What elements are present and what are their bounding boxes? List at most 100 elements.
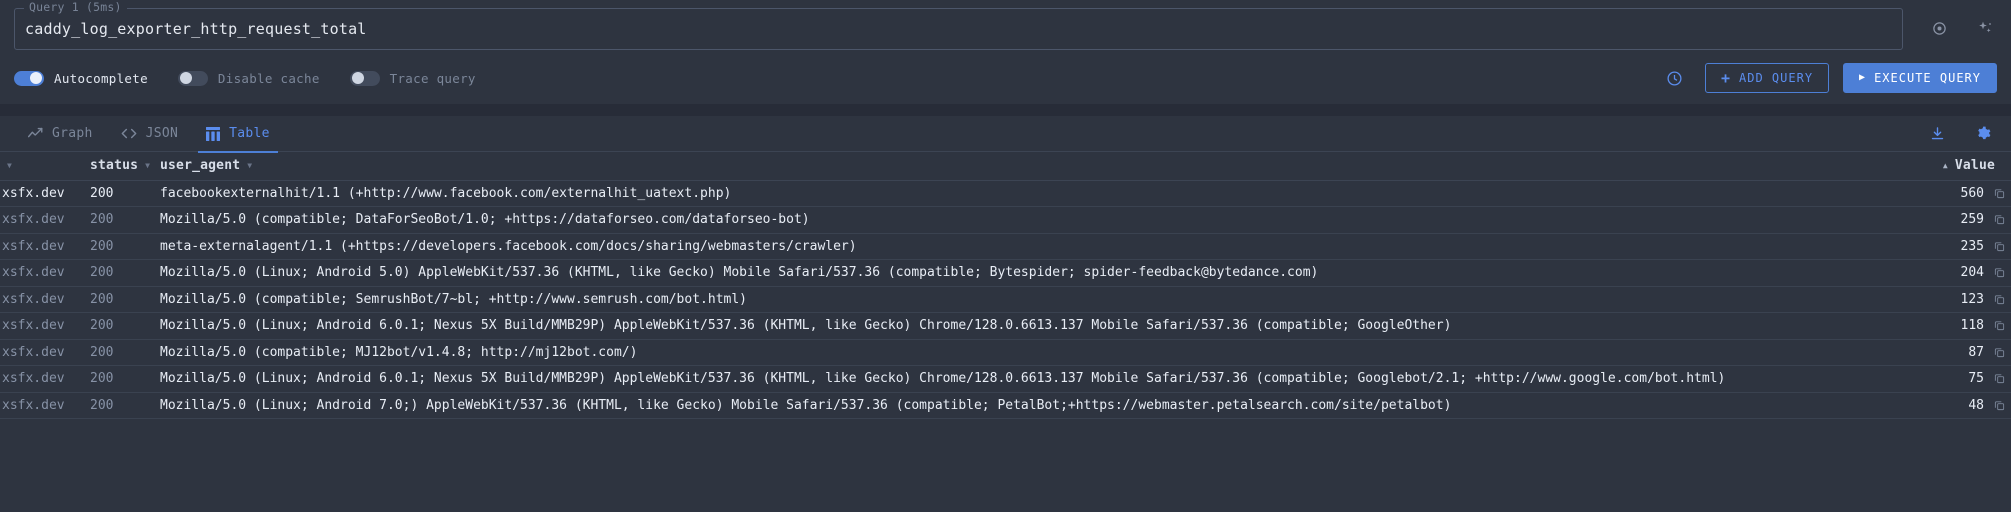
plus-icon: + [1720, 68, 1732, 87]
cell-value: 204 [1891, 260, 2011, 287]
cell-host: xsfx.dev [2, 238, 65, 254]
value-number: 48 [1968, 397, 1984, 413]
value-cell-inner: 123 [1891, 292, 2011, 307]
history-clock-icon[interactable] [1666, 70, 1683, 87]
trace-query-toggle[interactable]: Trace query [349, 70, 476, 86]
cell-value: 48 [1891, 392, 2011, 419]
cell-user-agent: Mozilla/5.0 (Linux; Android 6.0.1; Nexus… [160, 318, 1452, 334]
gear-icon[interactable] [1973, 124, 1993, 144]
play-icon: ▶ [1859, 72, 1867, 83]
disable-cache-switch[interactable] [177, 70, 208, 86]
value-cell-inner: 235 [1891, 239, 2011, 254]
add-query-button[interactable]: + ADD QUERY [1704, 63, 1830, 93]
copy-icon[interactable] [1994, 214, 2005, 225]
cell-user-agent: meta-externalagent/1.1 (+https://develop… [160, 238, 857, 254]
switch-knob [30, 72, 42, 84]
section-divider [0, 104, 2011, 116]
table-row[interactable]: xsfx.dev 200 facebookexternalhit/1.1 (+htt… [0, 180, 2011, 207]
result-view-tabs: Graph JSON Table [0, 116, 2011, 153]
cell-host: xsfx.dev [2, 265, 65, 281]
line-chart-icon [28, 127, 43, 140]
column-header-host[interactable]: ▼ [0, 152, 90, 181]
query-fieldset: Query 1 (5ms) [14, 0, 1903, 50]
table-row[interactable]: xsfx.dev 200 Mozilla/5.0 (compatible; Semr… [0, 286, 2011, 313]
column-header-value-label: Value [1954, 158, 1995, 174]
eye-icon[interactable] [1929, 18, 1949, 38]
table-row[interactable]: xsfx.dev 200 Mozilla/5.0 (Linux; Android 7… [0, 392, 2011, 419]
copy-icon[interactable] [1994, 188, 2005, 199]
cell-status: 200 [90, 371, 114, 387]
query-input[interactable] [25, 9, 1892, 49]
value-number: 204 [1960, 265, 1984, 281]
table-head: ▼ status ▼ user_agent ▼ ▲ Value [0, 152, 2011, 181]
table-row[interactable]: xsfx.dev 200 Mozilla/5.0 (compatible; Data… [0, 207, 2011, 234]
sort-caret-down-icon[interactable]: ▼ [145, 161, 150, 170]
value-number: 560 [1960, 185, 1984, 201]
user-agent-header-inner: user_agent ▼ [160, 158, 1891, 173]
tab-table[interactable]: Table [192, 116, 284, 153]
cell-host: xsfx.dev [2, 397, 65, 413]
column-header-value[interactable]: ▲ Value [1891, 152, 2011, 181]
table-row[interactable]: xsfx.dev 200 Mozilla/5.0 (compatible; MJ12… [0, 339, 2011, 366]
table-row[interactable]: xsfx.dev 200 meta-externalagent/1.1 (+http… [0, 233, 2011, 260]
table-row[interactable]: xsfx.dev 200 Mozilla/5.0 (Linux; Android 6… [0, 366, 2011, 393]
table-row[interactable]: xsfx.dev 200 Mozilla/5.0 (Linux; Android 6… [0, 313, 2011, 339]
cell-status: 200 [90, 238, 114, 254]
trace-query-switch[interactable] [349, 70, 380, 86]
sort-caret-down-icon[interactable]: ▼ [247, 161, 252, 170]
column-header-status[interactable]: status ▼ [90, 152, 160, 181]
switch-knob [351, 72, 364, 84]
cell-user-agent: Mozilla/5.0 (Linux; Android 6.0.1; Nexus… [160, 371, 1726, 387]
query-controls-row: Autocomplete Disable cache Trace query +… [0, 50, 2011, 104]
table-row[interactable]: xsfx.dev 200 Mozilla/5.0 (Linux; Android 5… [0, 260, 2011, 287]
column-header-user-agent[interactable]: user_agent ▼ [160, 152, 1891, 181]
column-header-user-agent-label: user_agent [160, 158, 241, 174]
disable-cache-toggle[interactable]: Disable cache [177, 70, 320, 86]
cell-user-agent: Mozilla/5.0 (Linux; Android 5.0) AppleWe… [160, 265, 1319, 281]
value-number: 235 [1960, 238, 1984, 254]
cell-host: xsfx.dev [2, 185, 65, 201]
value-cell-inner: 75 [1891, 371, 2011, 386]
query-legend: Query 1 (5ms) [24, 0, 127, 14]
query-editor-icons [1903, 8, 1997, 38]
column-header-status-label: status [90, 158, 139, 174]
disable-cache-label: Disable cache [217, 70, 320, 86]
copy-icon[interactable] [1994, 294, 2005, 305]
execute-query-label: EXECUTE QUERY [1874, 71, 1981, 85]
cell-user-agent: Mozilla/5.0 (compatible; DataForSeoBot/1… [160, 212, 810, 228]
copy-icon[interactable] [1994, 320, 2005, 331]
copy-icon[interactable] [1994, 267, 2005, 278]
copy-icon[interactable] [1994, 241, 2005, 252]
value-number: 118 [1960, 318, 1984, 334]
cell-value: 87 [1891, 339, 2011, 366]
copy-icon[interactable] [1994, 400, 2005, 411]
value-cell-inner: 118 [1891, 318, 2011, 333]
sparkle-icon[interactable] [1975, 18, 1995, 38]
cell-host: xsfx.dev [2, 371, 65, 387]
results-table-container[interactable]: ▼ status ▼ user_agent ▼ ▲ Value xsfx.dev… [0, 152, 2011, 512]
value-header-inner: ▲ Value [1891, 158, 2011, 173]
copy-icon[interactable] [1994, 347, 2005, 358]
download-icon[interactable] [1927, 124, 1947, 144]
table-header-row: ▼ status ▼ user_agent ▼ ▲ Value [0, 152, 2011, 181]
trace-query-label: Trace query [389, 70, 476, 86]
sort-caret-down-icon[interactable]: ▼ [7, 161, 12, 170]
sort-caret-up-icon[interactable]: ▲ [1943, 161, 1948, 170]
autocomplete-switch[interactable] [14, 70, 44, 86]
cell-host: xsfx.dev [2, 318, 65, 334]
switch-knob [179, 72, 192, 84]
status-header-inner: status ▼ [90, 158, 160, 173]
execute-query-button[interactable]: ▶ EXECUTE QUERY [1843, 63, 1997, 93]
tab-graph[interactable]: Graph [14, 116, 107, 152]
autocomplete-toggle[interactable]: Autocomplete [14, 70, 148, 86]
value-number: 123 [1960, 291, 1984, 307]
add-query-label: ADD QUERY [1739, 71, 1814, 85]
copy-icon[interactable] [1994, 373, 2005, 384]
cell-value: 75 [1891, 366, 2011, 393]
cell-value: 259 [1891, 207, 2011, 234]
vmui-query-page: Query 1 (5ms) caddy_log_exporter_http_re… [0, 0, 2011, 512]
tab-json[interactable]: JSON [107, 116, 193, 152]
value-number: 75 [1968, 371, 1984, 387]
cell-user-agent: facebookexternalhit/1.1 (+http://www.fac… [160, 185, 732, 201]
cell-value: 560 [1891, 180, 2011, 207]
